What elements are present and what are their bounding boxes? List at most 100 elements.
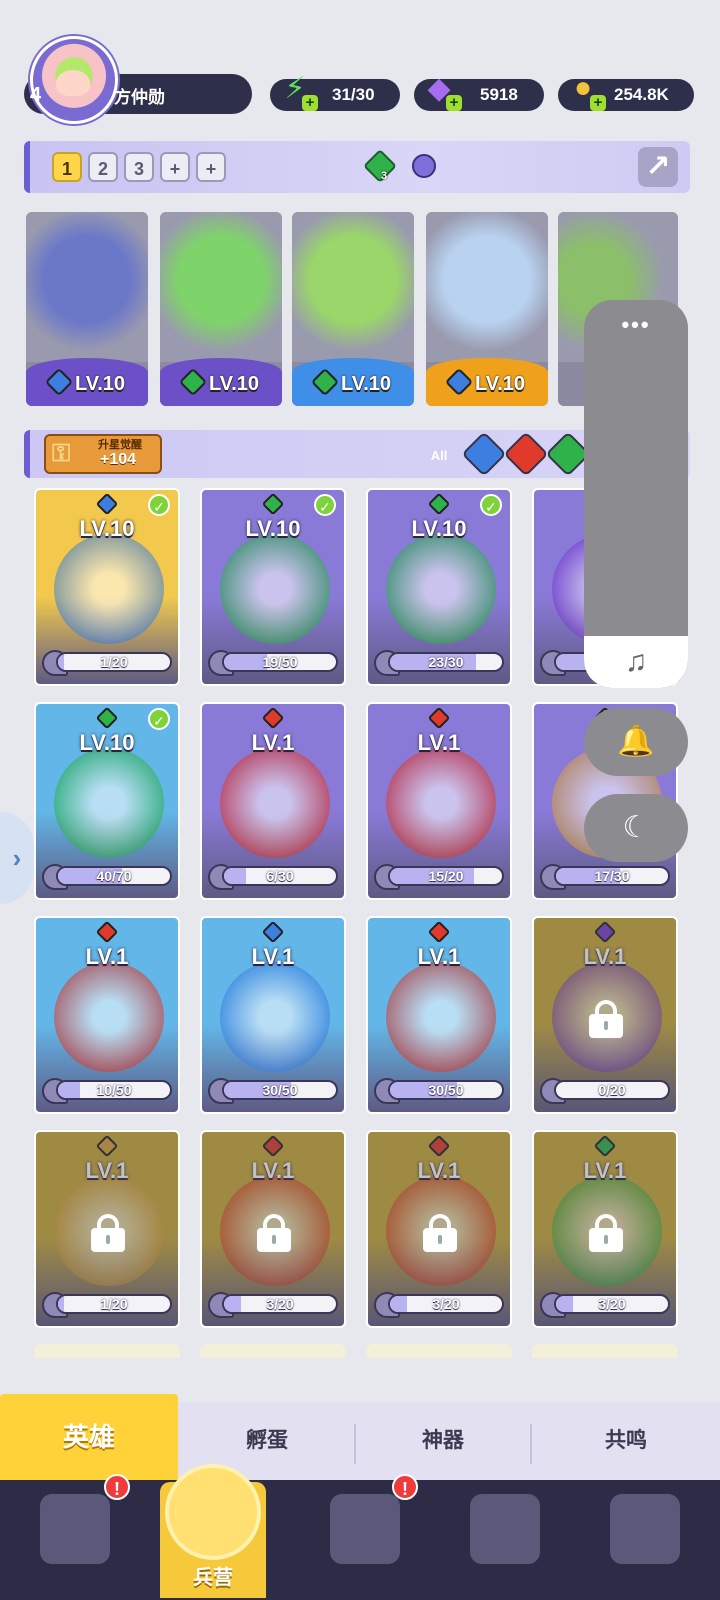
gem-counter[interactable]: ◆ + 5918 <box>414 72 544 111</box>
add-gems-button[interactable]: + <box>446 95 462 111</box>
hero-card-partial <box>366 1344 512 1358</box>
shard-progress-text: 3/20 <box>266 1296 294 1312</box>
hero-card-partial <box>34 1344 180 1358</box>
hero-portrait <box>160 212 282 362</box>
nav-book[interactable]: ! <box>300 1474 430 1598</box>
filter-all[interactable]: All <box>421 438 457 474</box>
element-icon <box>95 706 119 730</box>
music-note-icon[interactable]: ♫ <box>584 636 688 688</box>
hero-card[interactable]: LV.1 6/30 <box>200 702 346 900</box>
shard-progress-text: 3/20 <box>598 1296 626 1312</box>
check-icon: ✓ <box>314 494 336 516</box>
hero-portrait <box>220 748 330 858</box>
coin-value: 254.8K <box>614 85 669 104</box>
team-hero-card[interactable]: LV.10 <box>26 212 148 406</box>
hero-card[interactable]: LV.1 30/50 <box>366 916 512 1114</box>
team-hero-level: LV.10 <box>160 367 282 397</box>
tab-artifacts[interactable]: 神器 <box>356 1402 530 1480</box>
chevron-right-icon[interactable]: › <box>0 812 34 904</box>
tab-heroes[interactable]: 英雄 <box>0 1394 178 1480</box>
team-element-count: 3 <box>381 170 388 182</box>
hero-card[interactable]: ✓ LV.10 40/70 <box>34 702 180 900</box>
team-hero-card[interactable]: ★★★LV.10 <box>292 212 414 406</box>
shard-progress-text: 23/30 <box>428 654 464 670</box>
nav-barracks[interactable]: 兵营 <box>160 1464 266 1598</box>
shard-progress-bar: 40/70 <box>56 866 172 886</box>
nav-cards[interactable]: ! <box>10 1474 140 1598</box>
avatar-face <box>56 70 90 96</box>
guild-icon <box>610 1494 680 1564</box>
shard-progress-bar: 3/20 <box>554 1294 670 1314</box>
team-hero-card[interactable]: ★★LV.10 <box>160 212 282 406</box>
team-tab-2[interactable]: 2 <box>88 152 118 182</box>
shard-progress-bar: 3/20 <box>222 1294 338 1314</box>
shard-progress-bar: 10/50 <box>56 1080 172 1100</box>
element-icon <box>310 367 340 397</box>
shard-progress-bar: 30/50 <box>388 1080 504 1100</box>
hero-portrait <box>54 962 164 1072</box>
hero-card[interactable]: LV.1 30/50 <box>200 916 346 1114</box>
element-icon <box>427 920 451 944</box>
shard-progress-bar: 0/20 <box>554 1080 670 1100</box>
energy-counter[interactable]: ⚡ + 31/30 <box>270 72 400 111</box>
hero-card[interactable]: LV.1 3/20 <box>200 1130 346 1328</box>
lock-icon <box>423 1214 457 1252</box>
player-name: 方仲勋 <box>114 88 165 107</box>
element-icon <box>95 492 119 516</box>
nav-shrine[interactable] <box>440 1482 570 1598</box>
tab-resonance[interactable]: 共鸣 <box>532 1402 720 1480</box>
lock-icon <box>91 1214 125 1252</box>
add-coins-button[interactable]: + <box>590 95 606 111</box>
coin-counter[interactable]: ● + 254.8K <box>558 71 694 111</box>
team-hero-card[interactable]: LV.10 <box>426 212 548 406</box>
hero-card[interactable]: ✓ LV.10 23/30 <box>366 488 512 686</box>
barracks-icon <box>165 1464 261 1560</box>
hero-card-partial <box>532 1344 678 1358</box>
hero-card[interactable]: LV.1 15/20 <box>366 702 512 900</box>
book-icon <box>330 1494 400 1564</box>
element-icon <box>95 920 119 944</box>
shard-progress-text: 6/30 <box>266 868 294 884</box>
alert-badge: ! <box>104 1474 130 1500</box>
hero-portrait <box>54 748 164 858</box>
hero-card[interactable]: LV.1 1/20 <box>34 1130 180 1328</box>
hero-card[interactable]: ✓ LV.10 19/50 <box>200 488 346 686</box>
team-tab-3[interactable]: 3 <box>124 152 154 182</box>
hero-card[interactable]: LV.1 10/50 <box>34 916 180 1114</box>
shard-progress-text: 1/20 <box>100 654 128 670</box>
hero-card[interactable]: LV.1 3/20 <box>366 1130 512 1328</box>
lock-icon <box>589 1000 623 1038</box>
lock-icon <box>589 1214 623 1252</box>
hero-level: LV.1 <box>417 944 461 969</box>
shard-progress-text: 30/50 <box>262 1082 298 1098</box>
add-energy-button[interactable]: + <box>302 95 318 111</box>
hero-card[interactable]: LV.1 3/20 <box>532 1130 678 1328</box>
shard-progress-bar: 19/50 <box>222 652 338 672</box>
shard-progress-text: 3/20 <box>432 1296 460 1312</box>
team-tab-add-1[interactable]: + <box>160 152 190 182</box>
share-icon[interactable]: ↗ <box>638 147 678 187</box>
team-tab-1[interactable]: 1 <box>52 152 82 182</box>
element-icon <box>261 706 285 730</box>
shard-progress-text: 10/50 <box>96 1082 132 1098</box>
floating-panel[interactable]: ••• ♫ <box>584 300 688 688</box>
hero-level: LV.1 <box>417 730 461 755</box>
hero-portrait <box>386 962 496 1072</box>
shard-progress-bar: 17/30 <box>554 866 670 886</box>
shard-progress-text: 15/20 <box>428 868 464 884</box>
shard-progress-bar: 30/50 <box>222 1080 338 1100</box>
hero-portrait <box>54 534 164 644</box>
moon-icon[interactable]: ☾ <box>584 794 688 862</box>
more-icon[interactable]: ••• <box>584 312 688 338</box>
shard-progress-text: 17/30 <box>594 868 630 884</box>
team-tab-add-2[interactable]: + <box>196 152 226 182</box>
energy-value: 31/30 <box>332 85 375 104</box>
hero-portrait <box>426 212 548 362</box>
hero-card[interactable]: ✓ LV.10 1/20 <box>34 488 180 686</box>
team-hero-level: LV.10 <box>292 367 414 397</box>
search-icon[interactable] <box>412 154 436 178</box>
bell-icon[interactable]: 🔔 <box>584 708 688 776</box>
element-icon <box>427 492 451 516</box>
nav-guild[interactable] <box>580 1482 710 1598</box>
hero-card[interactable]: LV.1 0/20 <box>532 916 678 1114</box>
